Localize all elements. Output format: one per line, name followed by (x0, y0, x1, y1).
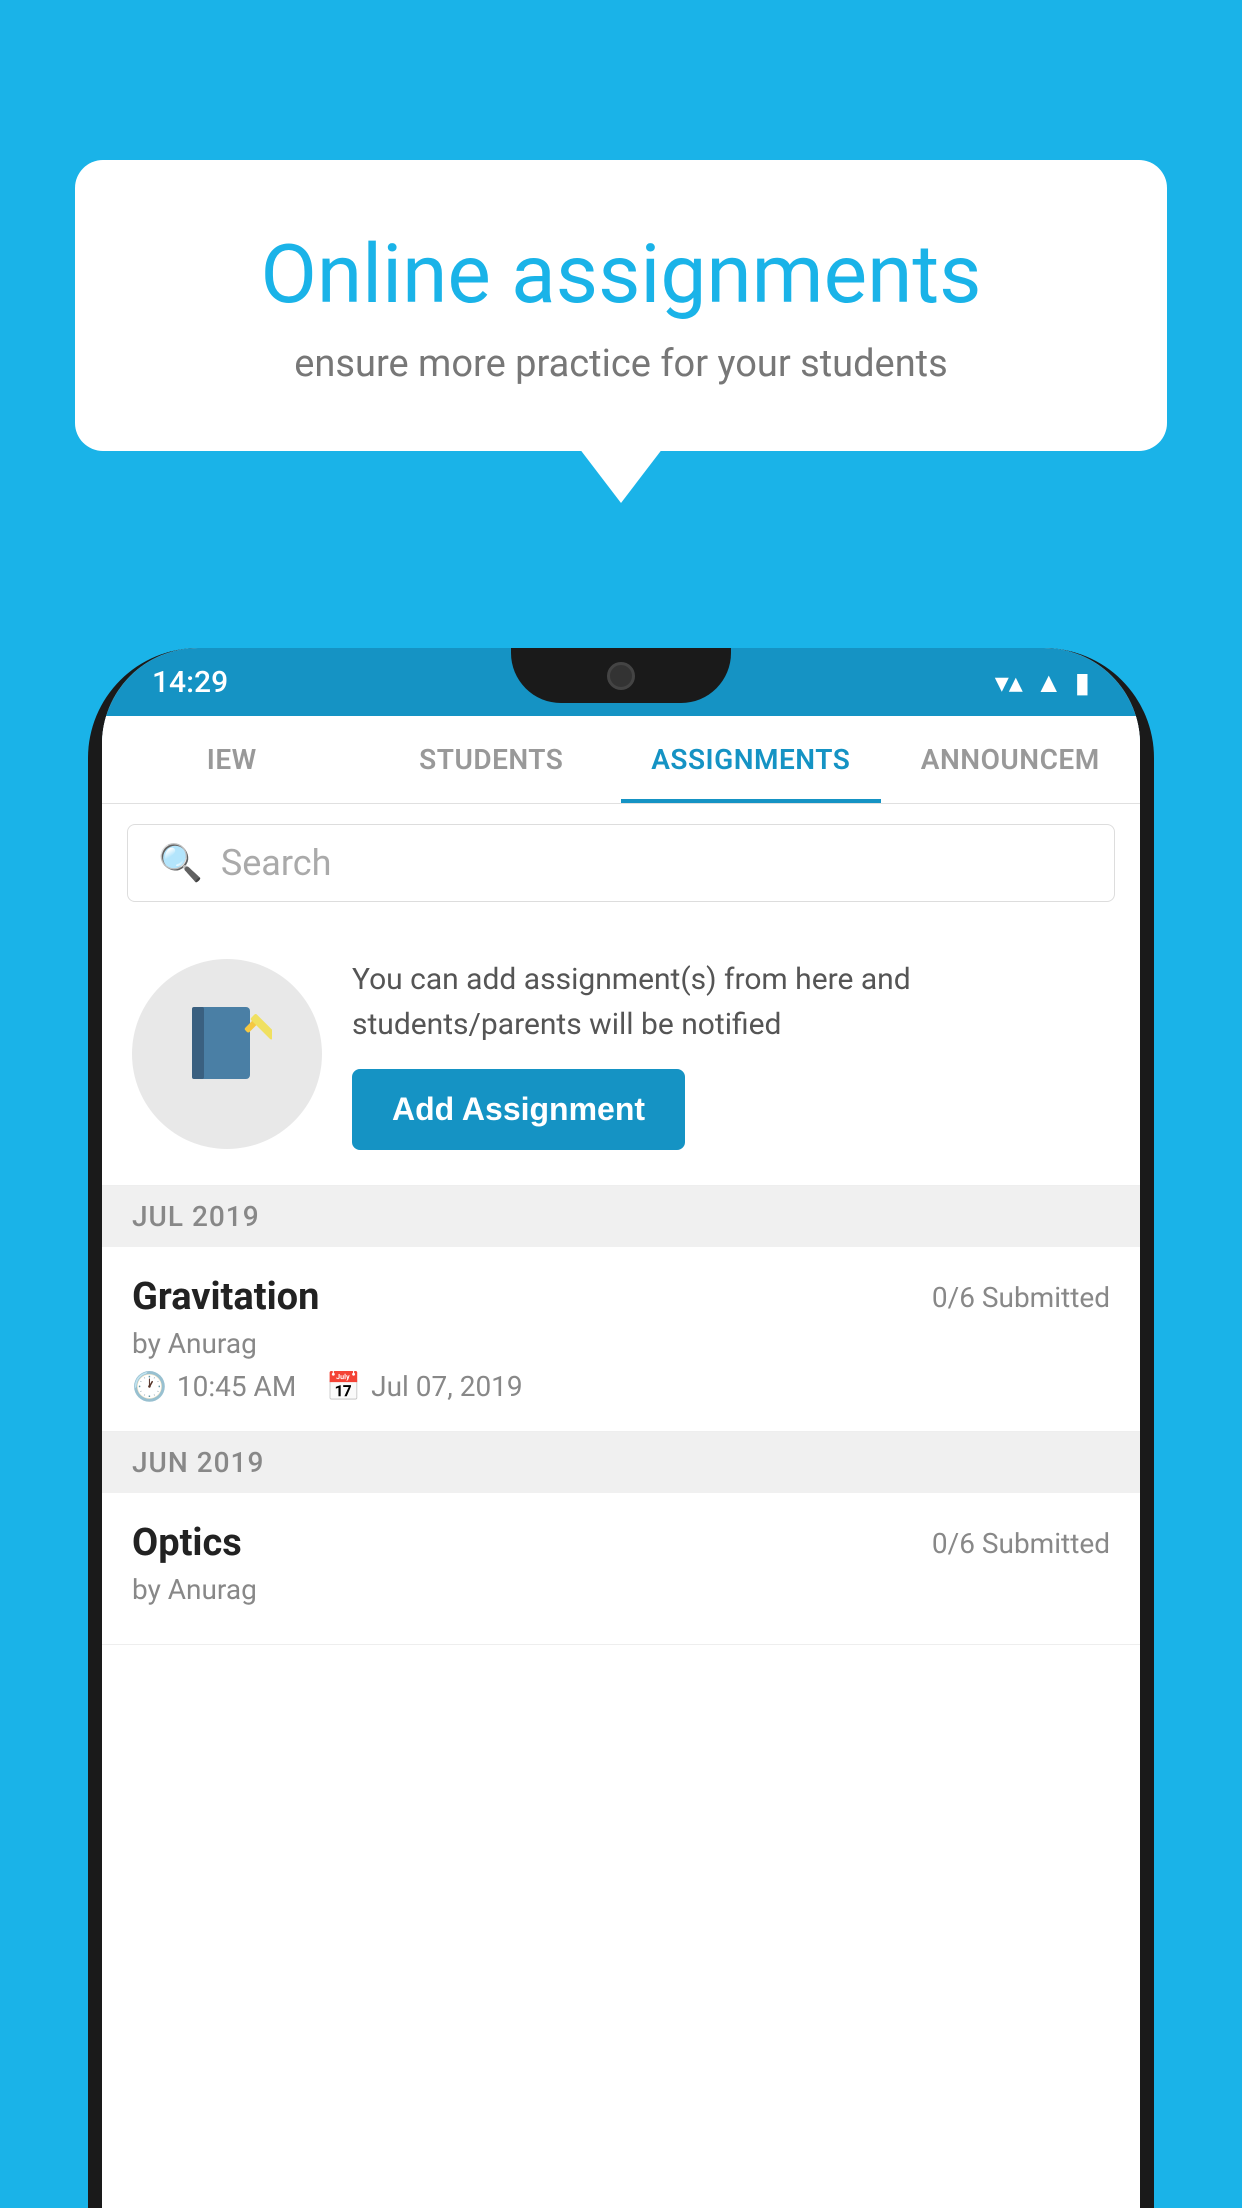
phone-notch (511, 648, 731, 703)
assignment-item-optics[interactable]: Optics 0/6 Submitted by Anurag (102, 1493, 1140, 1645)
speech-bubble-subtitle: ensure more practice for your students (155, 342, 1087, 386)
signal-icon: ▲ (1035, 666, 1063, 699)
assignment-by-gravitation: by Anurag (132, 1327, 1110, 1360)
clock-icon: 🕐 (132, 1370, 167, 1403)
add-assignment-button[interactable]: Add Assignment (352, 1069, 685, 1150)
assignment-submitted-gravitation: 0/6 Submitted (932, 1281, 1110, 1314)
search-input[interactable]: 🔍 Search (127, 824, 1115, 902)
search-container: 🔍 Search (102, 804, 1140, 922)
calendar-icon: 📅 (326, 1370, 361, 1403)
search-placeholder: Search (221, 842, 332, 884)
tab-students[interactable]: STUDENTS (362, 716, 622, 803)
phone-inner: 14:29 ▾▴ ▲ ▮ ← Physics Batch 12 Owner ⚙ … (102, 648, 1140, 2208)
assignment-submitted-optics: 0/6 Submitted (932, 1527, 1110, 1560)
promo-icon-circle (132, 959, 322, 1149)
promo-description: You can add assignment(s) from here and … (352, 957, 1110, 1047)
speech-bubble-title: Online assignments (155, 230, 1087, 320)
assignment-date-gravitation: 📅 Jul 07, 2019 (326, 1370, 522, 1403)
phone-camera (607, 662, 635, 690)
section-header-jul: JUL 2019 (102, 1186, 1140, 1247)
speech-bubble-container: Online assignments ensure more practice … (75, 160, 1167, 451)
assignment-name-optics: Optics (132, 1521, 242, 1565)
assignment-by-optics: by Anurag (132, 1573, 1110, 1606)
status-icons: ▾▴ ▲ ▮ (995, 666, 1090, 699)
section-header-jun: JUN 2019 (102, 1432, 1140, 1493)
phone-frame: 14:29 ▾▴ ▲ ▮ ← Physics Batch 12 Owner ⚙ … (88, 648, 1154, 2208)
promo-content: You can add assignment(s) from here and … (352, 957, 1110, 1150)
wifi-icon: ▾▴ (995, 666, 1023, 699)
assignment-name-gravitation: Gravitation (132, 1275, 319, 1319)
assignment-item-gravitation[interactable]: Gravitation 0/6 Submitted by Anurag 🕐 10… (102, 1247, 1140, 1432)
tab-announcements[interactable]: ANNOUNCEM (881, 716, 1141, 803)
search-icon: 🔍 (158, 842, 203, 884)
battery-icon: ▮ (1075, 666, 1090, 699)
assignment-time-gravitation: 🕐 10:45 AM (132, 1370, 296, 1403)
tabs-container: IEW STUDENTS ASSIGNMENTS ANNOUNCEM (102, 716, 1140, 804)
status-time: 14:29 (152, 665, 228, 700)
speech-bubble: Online assignments ensure more practice … (75, 160, 1167, 451)
tab-iew[interactable]: IEW (102, 716, 362, 803)
phone-screen: IEW STUDENTS ASSIGNMENTS ANNOUNCEM 🔍 Sea… (102, 716, 1140, 2208)
notebook-icon (182, 999, 272, 1109)
assignment-meta-gravitation: 🕐 10:45 AM 📅 Jul 07, 2019 (132, 1370, 1110, 1403)
assignment-row1-optics: Optics 0/6 Submitted (132, 1521, 1110, 1565)
assignment-row1: Gravitation 0/6 Submitted (132, 1275, 1110, 1319)
tab-assignments[interactable]: ASSIGNMENTS (621, 716, 881, 803)
promo-section: You can add assignment(s) from here and … (102, 922, 1140, 1186)
